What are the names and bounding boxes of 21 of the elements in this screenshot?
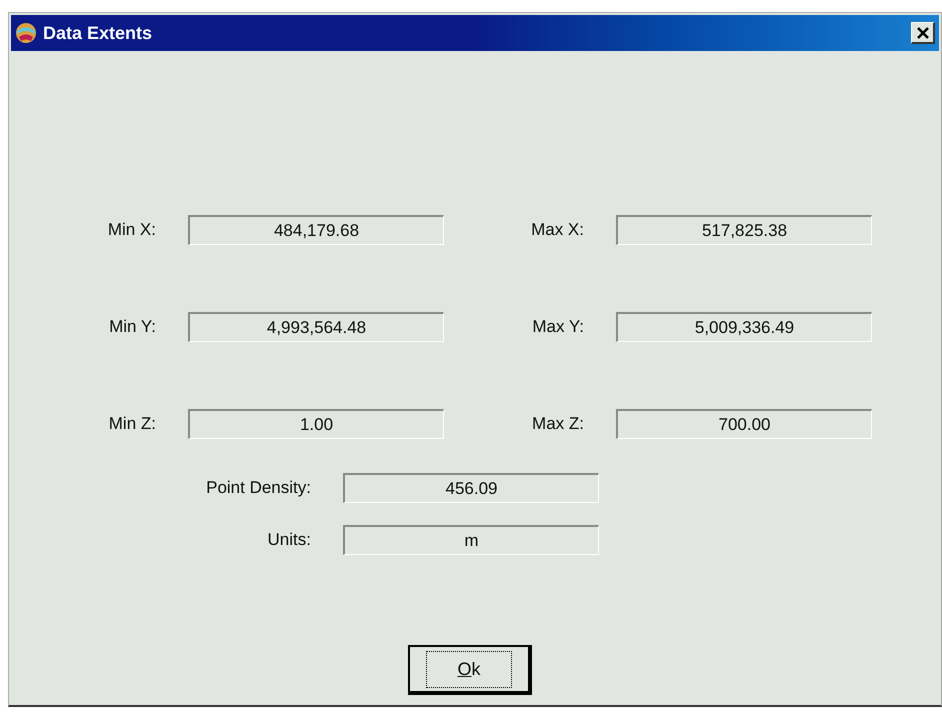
value-field: 456.09 — [343, 473, 599, 503]
value-field: 4,993,564.48 — [188, 312, 444, 342]
window-title: Data Extents — [43, 22, 152, 44]
field-label: Max Y: — [531, 316, 584, 338]
field-label: Min Z: — [108, 413, 156, 436]
field-label: Min Y: — [108, 316, 156, 338]
value-field: 484,179.68 — [188, 215, 444, 245]
field-label: Max X: — [530, 219, 584, 242]
value-field: m — [343, 525, 599, 555]
field-label: Min X: — [106, 219, 156, 242]
close-icon — [916, 26, 928, 38]
value-field: 517,825.38 — [616, 215, 872, 245]
value-field: 700.00 — [616, 409, 872, 439]
value-field: 5,009,336.49 — [616, 312, 872, 342]
field-label: Point Density: — [205, 477, 311, 500]
ok-button[interactable]: Ok — [408, 645, 532, 695]
close-button[interactable] — [911, 22, 935, 44]
app-icon — [15, 22, 37, 44]
field-label: Units: — [266, 529, 311, 552]
field-label: Max Z: — [531, 413, 584, 436]
value-field: 1.00 — [188, 409, 444, 439]
